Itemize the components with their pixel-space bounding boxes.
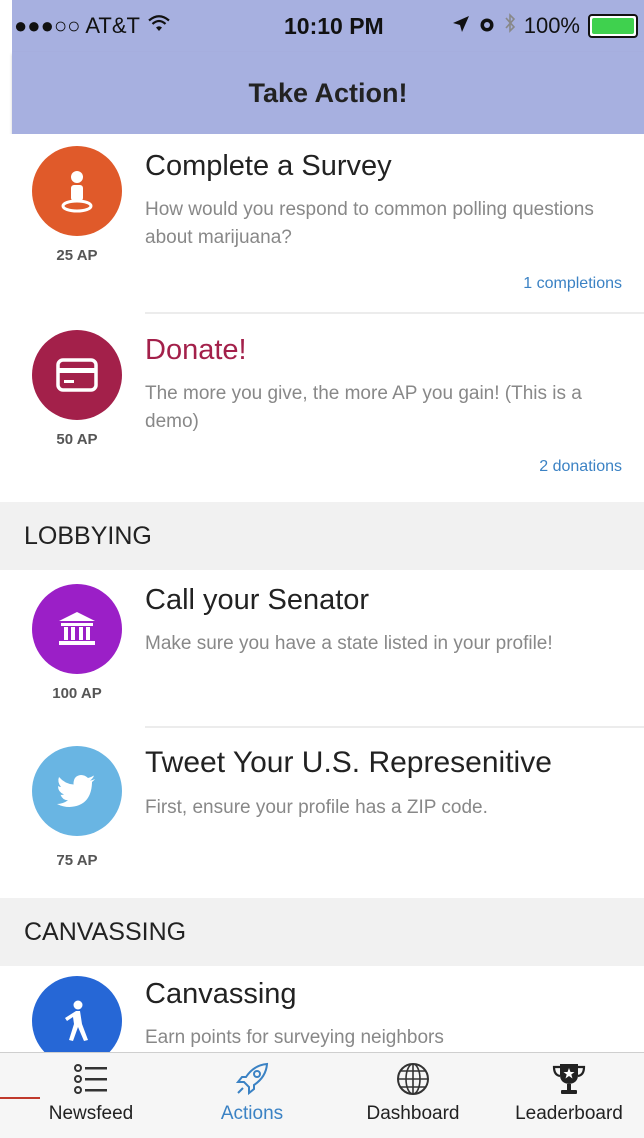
tab-label: Leaderboard — [515, 1103, 623, 1124]
points-label: 75 AP — [56, 852, 98, 869]
tab-label: Actions — [220, 1103, 284, 1124]
globe-icon — [395, 1061, 431, 1097]
card-title: Complete a Survey — [145, 150, 392, 182]
card-title: Donate! — [145, 334, 247, 366]
points-label: 100 AP — [52, 685, 102, 702]
card-title: Tweet Your U.S. Represenitive — [145, 746, 552, 779]
tab-actions[interactable]: Actions — [177, 1053, 327, 1138]
page-title: Take Action! — [248, 77, 408, 108]
action-card-tweet-representative[interactable]: 75 AP Tweet Your U.S. Represenitive Firs… — [0, 732, 644, 898]
tab-newsfeed[interactable]: Newsfeed — [16, 1053, 166, 1138]
clock: 10:10 PM — [284, 12, 384, 39]
points-label: 25 AP — [56, 247, 98, 264]
bluetooth-icon — [504, 13, 516, 39]
battery-percent: 100% — [523, 13, 580, 38]
section-title: LOBBYING — [24, 521, 152, 550]
carrier-label: ●●●○○ AT&T — [14, 13, 140, 38]
alarm-icon — [478, 13, 496, 39]
card-divider — [145, 726, 644, 728]
person-pin-icon — [32, 146, 122, 236]
card-description: Earn points for surveying neighbors — [145, 1027, 444, 1048]
points-label: 50 AP — [56, 431, 98, 448]
card-description: Make sure you have a state listed in you… — [145, 633, 553, 654]
trophy-icon — [551, 1061, 587, 1097]
list-icon — [73, 1061, 109, 1097]
card-title: Canvassing — [145, 978, 297, 1010]
credit-card-icon — [32, 330, 122, 420]
section-title: CANVASSING — [24, 917, 187, 946]
card-description: First, ensure your profile has a ZIP cod… — [145, 797, 488, 818]
edge-marker — [0, 1097, 40, 1099]
twitter-bird-icon — [32, 746, 122, 836]
tab-bar: Newsfeed Actions Dashboard Leaderboard — [0, 1052, 644, 1138]
tab-dashboard[interactable]: Dashboard — [338, 1053, 488, 1138]
actions-list[interactable]: 25 AP Complete a Survey How would you re… — [0, 134, 644, 1052]
status-bar: ●●●○○ AT&T 10:10 PM 100% — [12, 0, 644, 52]
wifi-icon — [148, 14, 170, 38]
navigation-bar: Take Action! — [12, 52, 644, 134]
tab-leaderboard[interactable]: Leaderboard — [494, 1053, 644, 1138]
card-description: The more you give, the more AP you gain!… — [145, 383, 582, 432]
action-card-call-senator[interactable]: 100 AP Call your Senator Make sure you h… — [0, 570, 644, 730]
card-title: Call your Senator — [145, 584, 370, 616]
rocket-icon — [234, 1061, 270, 1097]
section-header-canvassing: CANVASSING — [0, 898, 644, 966]
tab-label: Newsfeed — [48, 1103, 134, 1124]
card-description: How would you respond to common polling … — [145, 199, 594, 248]
walking-person-icon — [32, 976, 122, 1052]
section-header-lobbying: LOBBYING — [0, 502, 644, 570]
completions-count: 1 completions — [523, 275, 622, 292]
donations-count: 2 donations — [539, 458, 622, 475]
capitol-building-icon — [32, 584, 122, 674]
battery-icon — [588, 14, 638, 38]
action-card-canvassing[interactable]: Canvassing Earn points for surveying nei… — [0, 966, 644, 1052]
action-card-donate[interactable]: 50 AP Donate! The more you give, the mor… — [0, 318, 644, 502]
action-card-survey[interactable]: 25 AP Complete a Survey How would you re… — [0, 134, 644, 316]
location-arrow-icon — [452, 13, 470, 39]
tab-label: Dashboard — [366, 1103, 460, 1124]
card-divider — [145, 312, 644, 314]
